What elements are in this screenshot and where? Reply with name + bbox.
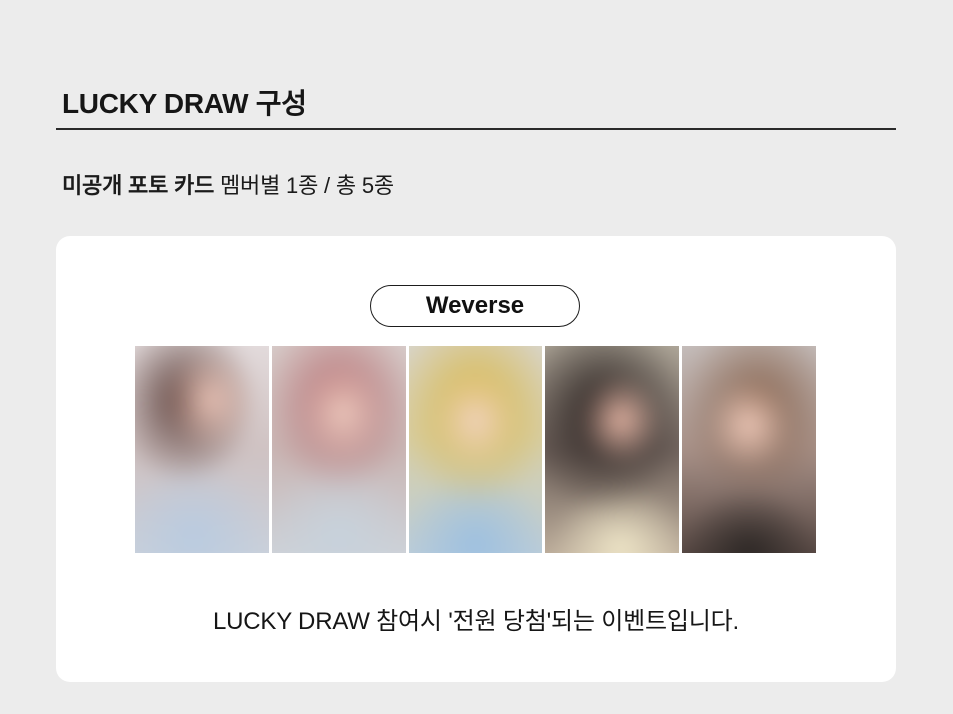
- photocard-image: [408, 346, 543, 553]
- section-title: LUCKY DRAW 구성: [62, 88, 307, 119]
- subtitle-item-label: 미공개 포토 카드: [62, 173, 215, 198]
- photocard-image: [682, 346, 816, 553]
- title-divider: [56, 128, 896, 130]
- event-caption: LUCKY DRAW 참여시 '전원 당첨'되는 이벤트입니다.: [213, 608, 739, 635]
- platform-badge: Weverse: [370, 285, 580, 327]
- page: LUCKY DRAW 구성 미공개 포토 카드 멤버별 1종 / 총 5종 We…: [0, 0, 953, 714]
- subtitle-item-count: 멤버별 1종 / 총 5종: [214, 173, 394, 198]
- subtitle: 미공개 포토 카드 멤버별 1종 / 총 5종: [62, 168, 394, 200]
- photocard-image: [545, 346, 680, 553]
- photocard-image: [271, 346, 406, 553]
- photocard-image: [135, 346, 269, 553]
- lucky-draw-card: Weverse LUCKY DRAW 참여시 '전원 당첨'되는 이벤트입니다.: [56, 236, 896, 682]
- photocard-strip: [135, 346, 816, 553]
